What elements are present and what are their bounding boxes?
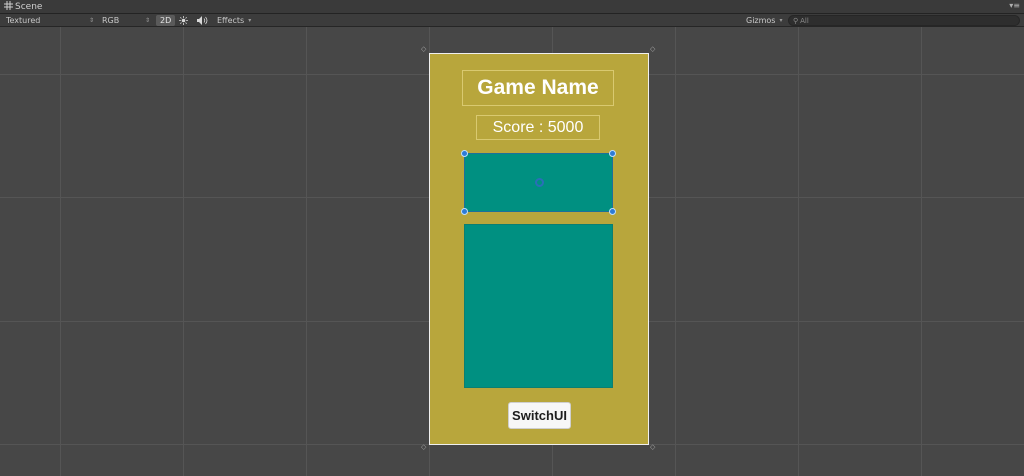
grid-line [675, 27, 676, 476]
resize-handle[interactable] [609, 208, 616, 215]
resize-handle[interactable] [461, 208, 468, 215]
title-bar: Scene ▾≡ [0, 0, 1024, 14]
grid-line [183, 27, 184, 476]
resize-handle[interactable] [609, 150, 616, 157]
render-mode-dropdown[interactable]: Textured ⇕ [6, 15, 94, 26]
score-text: Score : 5000 [492, 118, 584, 136]
switch-ui-label: SwitchUI [512, 408, 567, 423]
scene-toolbar: Textured ⇕ RGB ⇕ 2D Effects ▾ Gizmos ▾ ⚲… [0, 14, 1024, 27]
anchor-icon: ◇ [650, 443, 656, 451]
effects-label: Effects [217, 16, 245, 25]
score-frame[interactable]: Score : 5000 [476, 115, 600, 140]
anchor-icon: ◇ [650, 45, 656, 53]
grid-line [60, 27, 61, 476]
anchor-icon: ◇ [421, 45, 427, 53]
scene-tab-label: Scene [15, 2, 43, 12]
grid-line [306, 27, 307, 476]
gizmos-label: Gizmos [746, 16, 776, 25]
switch-ui-button[interactable]: SwitchUI [508, 402, 571, 429]
ui-canvas[interactable]: Game Name Score : 5000 SwitchUI [429, 53, 649, 445]
menu-icon[interactable]: ▾≡ [1009, 1, 1020, 10]
chevron-updown-icon: ⇕ [88, 17, 94, 24]
color-mode-dropdown[interactable]: RGB ⇕ [102, 15, 150, 26]
speaker-icon[interactable] [197, 15, 208, 26]
grid-line [798, 27, 799, 476]
gizmos-dropdown[interactable]: Gizmos ▾ [746, 15, 783, 26]
toggle-2d-button[interactable]: 2D [156, 15, 176, 26]
bottom-panel[interactable] [464, 224, 613, 388]
chevron-down-icon: ▾ [248, 17, 252, 24]
chevron-updown-icon: ⇕ [144, 17, 150, 24]
effects-dropdown[interactable]: Effects ▾ [217, 15, 251, 26]
game-name-frame[interactable]: Game Name [462, 70, 614, 106]
search-input[interactable]: ⚲ All [788, 15, 1020, 26]
pivot-icon[interactable] [535, 178, 544, 187]
color-mode-label: RGB [102, 16, 120, 25]
grid-icon [4, 1, 13, 13]
anchor-icon: ◇ [421, 443, 427, 451]
search-placeholder: All [800, 16, 809, 25]
chevron-down-icon: ▾ [779, 17, 783, 24]
resize-handle[interactable] [461, 150, 468, 157]
sun-icon[interactable] [179, 15, 188, 26]
render-mode-label: Textured [6, 16, 41, 25]
scene-tab[interactable]: Scene [4, 1, 42, 13]
scene-viewport[interactable]: ◇ ◇ ◇ ◇ Game Name Score : 5000 SwitchUI [0, 27, 1024, 476]
top-panel[interactable] [461, 150, 616, 215]
toggle-2d-label: 2D [160, 16, 172, 25]
grid-line [921, 27, 922, 476]
game-name-text: Game Name [477, 76, 599, 99]
search-icon: ⚲ [793, 16, 799, 25]
